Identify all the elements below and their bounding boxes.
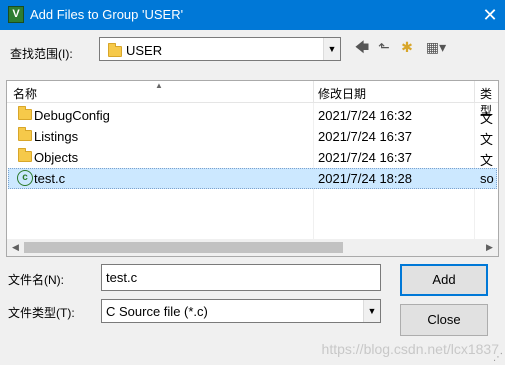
list-header: ▲ 名称 修改日期 类型	[7, 81, 498, 118]
column-header-name[interactable]: 名称	[13, 85, 37, 102]
keil-app-icon: V	[8, 6, 24, 23]
file-type: so	[480, 171, 494, 186]
watermark: https://blog.csdn.net/lcx1837	[321, 341, 499, 357]
folder-icon	[18, 106, 32, 120]
look-in-label: 查找范围(I):	[10, 47, 73, 61]
file-date: 2021/7/24 16:37	[318, 150, 412, 165]
chevron-down-icon[interactable]: ▼	[363, 300, 380, 322]
file-date: 2021/7/24 16:32	[318, 108, 412, 123]
file-name-input[interactable]: test.c	[101, 264, 381, 291]
scroll-right-icon[interactable]: ▶	[481, 239, 498, 256]
file-name: Listings	[34, 129, 79, 144]
file-type: 文	[480, 153, 494, 168]
folder-icon	[18, 127, 32, 141]
look-in-value: USER	[126, 43, 163, 58]
add-button[interactable]: Add	[400, 264, 488, 296]
column-header-date[interactable]: 修改日期	[318, 85, 366, 102]
look-in-combo[interactable]: USER ▼	[99, 37, 341, 61]
scroll-left-icon[interactable]: ◀	[7, 239, 24, 256]
file-name: test.c	[34, 171, 66, 186]
list-item[interactable]: Objects 2021/7/24 16:37 文	[8, 147, 497, 168]
list-item[interactable]: Listings 2021/7/24 16:37 文	[8, 126, 497, 147]
list-item-selected[interactable]: c test.c 2021/7/24 18:28 so	[8, 168, 497, 189]
list-item[interactable]: DebugConfig 2021/7/24 16:32 文	[8, 105, 497, 126]
column-divider[interactable]	[313, 81, 314, 103]
close-button[interactable]: Close	[400, 304, 488, 336]
file-name-label: 文件名(N):	[8, 273, 64, 287]
file-date: 2021/7/24 16:37	[318, 129, 412, 144]
horizontal-scrollbar[interactable]: ◀ ▶	[7, 239, 498, 256]
sort-ascending-icon: ▲	[155, 81, 163, 90]
back-icon[interactable]: 🡄	[353, 38, 371, 56]
close-window-button[interactable]: ✕	[475, 0, 505, 30]
up-folder-icon[interactable]: ⬑	[375, 38, 393, 56]
window-title: Add Files to Group 'USER'	[30, 7, 184, 22]
file-name: DebugConfig	[34, 108, 110, 123]
file-name-value: test.c	[106, 270, 138, 285]
title-bar: V Add Files to Group 'USER' ✕	[0, 0, 505, 30]
view-menu-icon[interactable]: ▦▾	[421, 38, 451, 56]
file-list[interactable]: ▲ 名称 修改日期 类型 DebugConfig 2021/7/24 16:32…	[6, 80, 499, 257]
resize-grip-icon[interactable]: ⋰	[493, 352, 503, 363]
file-type: 文	[480, 111, 494, 126]
file-type-value: C Source file (*.c)	[106, 304, 208, 319]
new-folder-icon[interactable]: ✱	[397, 38, 417, 56]
file-type-combo[interactable]: C Source file (*.c) ▼	[101, 299, 381, 323]
chevron-down-icon[interactable]: ▼	[323, 38, 340, 60]
column-divider[interactable]	[474, 81, 475, 103]
file-type-label: 文件类型(T):	[8, 306, 75, 320]
file-name: Objects	[34, 150, 79, 165]
file-date: 2021/7/24 18:28	[318, 171, 412, 186]
folder-icon	[108, 43, 122, 57]
c-source-file-icon: c	[17, 170, 33, 186]
file-type: 文	[480, 132, 494, 147]
scrollbar-thumb[interactable]	[24, 242, 343, 253]
folder-icon	[18, 148, 32, 162]
